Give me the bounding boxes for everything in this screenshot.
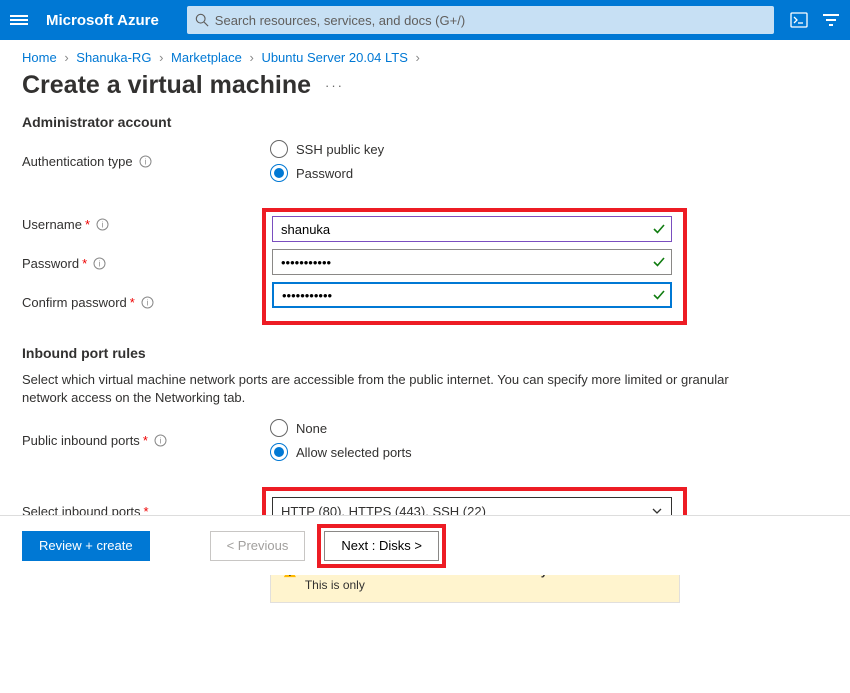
auth-ssh-label: SSH public key [296, 142, 384, 157]
credentials-highlight [262, 208, 687, 325]
wizard-footer: Review + create < Previous Next : Disks … [0, 515, 850, 575]
info-icon[interactable]: i [139, 155, 152, 168]
info-icon[interactable]: i [93, 257, 106, 270]
previous-button: < Previous [210, 531, 306, 561]
review-create-button[interactable]: Review + create [22, 531, 150, 561]
more-actions-icon[interactable]: ··· [325, 78, 344, 93]
ports-allow-radio[interactable]: Allow selected ports [270, 443, 412, 461]
chevron-right-icon: › [64, 50, 68, 65]
confirm-password-input[interactable] [272, 282, 672, 308]
global-search[interactable]: Search resources, services, and docs (G+… [187, 6, 774, 34]
info-icon[interactable]: i [154, 434, 167, 447]
public-ports-label: Public inbound ports [22, 433, 140, 448]
breadcrumb-rg[interactable]: Shanuka-RG [76, 50, 151, 65]
breadcrumb-marketplace[interactable]: Marketplace [171, 50, 242, 65]
svg-text:i: i [159, 436, 161, 445]
chevron-right-icon: › [159, 50, 163, 65]
auth-type-row: Authentication type i SSH public key Pas… [22, 140, 828, 182]
confirm-password-label: Confirm password [22, 295, 127, 310]
top-icon-group [790, 11, 840, 29]
warning-rest: This is only [305, 578, 365, 592]
form-content: Administrator account Authentication typ… [0, 114, 850, 693]
password-input[interactable] [272, 249, 672, 275]
info-icon[interactable]: i [141, 296, 154, 309]
menu-icon[interactable] [10, 13, 28, 27]
section-admin-title: Administrator account [22, 114, 828, 130]
breadcrumb-offer[interactable]: Ubuntu Server 20.04 LTS [261, 50, 407, 65]
search-placeholder: Search resources, services, and docs (G+… [215, 13, 465, 28]
next-button-highlight: Next : Disks > [317, 524, 446, 568]
svg-text:i: i [99, 260, 101, 269]
auth-type-label: Authentication type [22, 154, 133, 169]
valid-check-icon [652, 222, 666, 236]
username-input[interactable] [272, 216, 672, 242]
search-icon [195, 13, 209, 27]
valid-check-icon [652, 288, 666, 302]
ports-none-radio[interactable]: None [270, 419, 412, 437]
ports-none-label: None [296, 421, 327, 436]
svg-text:i: i [146, 299, 148, 308]
ports-description: Select which virtual machine network por… [22, 371, 742, 407]
ports-allow-label: Allow selected ports [296, 445, 412, 460]
auth-password-label: Password [296, 166, 353, 181]
azure-top-bar: Microsoft Azure Search resources, servic… [0, 0, 850, 40]
svg-text:i: i [144, 157, 146, 166]
next-disks-button[interactable]: Next : Disks > [324, 531, 439, 561]
cloud-shell-icon[interactable] [790, 11, 808, 29]
brand-label: Microsoft Azure [46, 12, 159, 29]
valid-check-icon [652, 255, 666, 269]
breadcrumb-home[interactable]: Home [22, 50, 57, 65]
section-ports-title: Inbound port rules [22, 345, 828, 361]
auth-ssh-radio[interactable]: SSH public key [270, 140, 384, 158]
auth-password-radio[interactable]: Password [270, 164, 384, 182]
password-label: Password [22, 256, 79, 271]
chevron-right-icon: › [249, 50, 253, 65]
breadcrumb: Home › Shanuka-RG › Marketplace › Ubuntu… [0, 40, 850, 69]
page-title-row: Create a virtual machine ··· [0, 69, 850, 114]
info-icon[interactable]: i [96, 218, 109, 231]
username-label: Username [22, 217, 82, 232]
public-ports-row: Public inbound ports* i None Allow selec… [22, 419, 828, 461]
chevron-right-icon: › [416, 50, 420, 65]
filter-icon[interactable] [822, 11, 840, 29]
svg-text:i: i [102, 221, 104, 230]
page-title: Create a virtual machine [22, 71, 311, 100]
